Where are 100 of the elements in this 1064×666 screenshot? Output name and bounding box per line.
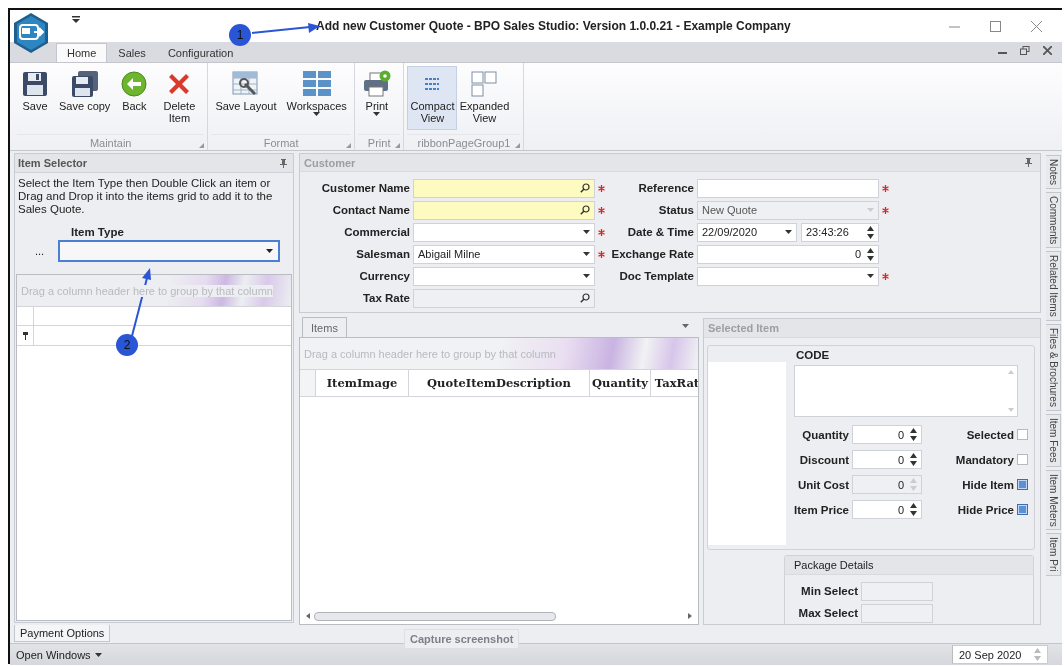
ellipsis-button[interactable]: ... (35, 245, 45, 257)
date-field[interactable]: 20 Sep 2020 (952, 645, 1048, 664)
scrollbar-thumb[interactable] (314, 611, 556, 621)
column-header[interactable]: ItemImage (316, 370, 409, 396)
dialog-launcher-icon[interactable] (345, 143, 351, 148)
ribbon-button[interactable]: Workspaces (282, 66, 351, 130)
bottom-tab[interactable]: Payment Options (14, 625, 111, 642)
side-tab[interactable]: Files & Brochures (1046, 324, 1061, 412)
checkbox[interactable] (1017, 479, 1028, 490)
field-label: Exchange Rate (610, 248, 695, 260)
number-field[interactable] (861, 581, 933, 601)
ribbon-button[interactable]: Print (357, 66, 396, 130)
open-windows-menu[interactable]: Open Windows (16, 648, 91, 661)
time-field[interactable]: 23:43:26 (801, 222, 879, 242)
ribbon-button[interactable]: Back (116, 66, 153, 130)
floppy-disks-icon (69, 70, 100, 98)
caret-icon (266, 249, 274, 253)
customize-caret-icon[interactable] (72, 15, 80, 23)
scroll-right-icon[interactable] (688, 613, 692, 619)
dialog-launcher-icon[interactable] (199, 143, 205, 148)
caret-icon (867, 208, 874, 212)
panel-title: Customer (304, 156, 356, 169)
checkbox-label: Hide Price (956, 503, 1014, 516)
field-label: Customer Name (320, 182, 411, 194)
number-field[interactable]: 0 (852, 425, 922, 444)
side-tab[interactable]: Comments (1046, 192, 1061, 249)
field-label: Max Select (797, 607, 859, 619)
pin-icon[interactable] (280, 158, 287, 168)
column-header[interactable]: QuoteItemDescription (409, 370, 590, 396)
number-field[interactable]: 0 (697, 244, 879, 264)
ribbon-button[interactable]: Delete Item (154, 66, 205, 130)
column-header[interactable]: Quantity (590, 370, 651, 396)
dialog-launcher-icon[interactable] (515, 143, 521, 148)
dialog-launcher-icon[interactable] (395, 143, 401, 148)
ribbon-button[interactable]: Save Layout (211, 66, 281, 130)
panel-title: Item Selector (18, 157, 88, 169)
items-tab[interactable]: Items (302, 317, 347, 337)
side-tab[interactable]: Item Pri (1046, 533, 1061, 576)
field-label: Tax Rate (361, 292, 411, 304)
field-label: Date & Time (626, 226, 695, 238)
squares-icon (470, 70, 499, 98)
checkbox-label: Hide Item (961, 478, 1014, 491)
dropdown-field[interactable] (58, 240, 281, 262)
field-label: Unit Cost (796, 478, 850, 491)
checkbox[interactable] (1017, 454, 1028, 465)
caret-icon (583, 252, 590, 256)
number-field[interactable]: 0 (852, 500, 922, 519)
search-icon[interactable] (580, 183, 590, 193)
maximize-icon[interactable] (990, 20, 1001, 32)
ribbon-button[interactable]: Expanded View (459, 66, 510, 130)
checkbox[interactable] (1017, 504, 1028, 515)
ribbon-button[interactable]: Save copy (55, 66, 115, 130)
scroll-left-icon[interactable] (306, 613, 310, 619)
number-field[interactable]: 0 (852, 450, 922, 469)
caret-icon (94, 652, 102, 657)
pin-icon[interactable] (1025, 158, 1032, 167)
date-field[interactable]: 22/09/2020 (697, 222, 797, 242)
number-field[interactable] (861, 603, 933, 623)
filter-pin-icon (22, 331, 28, 340)
close-icon[interactable] (1043, 46, 1052, 55)
spin-arrows-icon[interactable] (910, 453, 917, 466)
side-tab[interactable]: Related Items (1046, 251, 1061, 322)
table-wrench-icon (230, 70, 261, 98)
field-label: Item Price (793, 503, 850, 516)
spin-arrows-icon[interactable] (910, 503, 917, 516)
spin-arrows-icon[interactable] (867, 247, 874, 261)
caret-icon (313, 112, 321, 116)
side-tab[interactable]: Notes (1046, 155, 1061, 190)
printer-icon (361, 70, 392, 98)
checkbox[interactable] (1017, 429, 1028, 440)
field-label: CODE (796, 349, 831, 361)
ribbon-tab[interactable]: Home (56, 43, 108, 62)
tiles-icon (301, 70, 332, 98)
lookup-field[interactable] (413, 178, 595, 198)
caret-icon (583, 274, 590, 278)
caret-icon (682, 324, 689, 328)
caret-icon (583, 230, 590, 234)
lookup-field[interactable] (413, 200, 595, 220)
field-label: Salesman (355, 248, 411, 260)
dropdown-field[interactable]: Abigail Milne (413, 244, 595, 264)
restore-icon[interactable] (1020, 46, 1030, 55)
code-text-area[interactable] (794, 365, 1018, 417)
window-title: Add new Customer Quote - BPO Sales Studio: Version 1.0.0.21 - Example Company (316, 19, 791, 33)
ribbon-tab[interactable]: Sales (107, 43, 157, 62)
group-caption: Format (263, 136, 299, 149)
scroll-down-icon[interactable] (1007, 408, 1014, 412)
caret-icon (867, 274, 874, 278)
spin-arrows-icon[interactable] (867, 225, 874, 239)
checkbox-label: Selected (965, 428, 1014, 441)
side-tab[interactable]: Item Fees (1046, 414, 1061, 467)
caret-icon (373, 112, 381, 116)
ribbon-button[interactable]: Save (17, 66, 53, 130)
scroll-up-icon[interactable] (1007, 370, 1014, 374)
ribbon-tab[interactable]: Configuration (156, 43, 245, 62)
close-icon[interactable] (1031, 20, 1042, 32)
text-field[interactable] (697, 178, 879, 198)
spin-arrows-icon[interactable] (910, 428, 917, 441)
ribbon-button[interactable]: Compact View (407, 66, 458, 130)
search-icon[interactable] (580, 205, 590, 215)
side-tab[interactable]: Item Meters (1046, 469, 1061, 531)
